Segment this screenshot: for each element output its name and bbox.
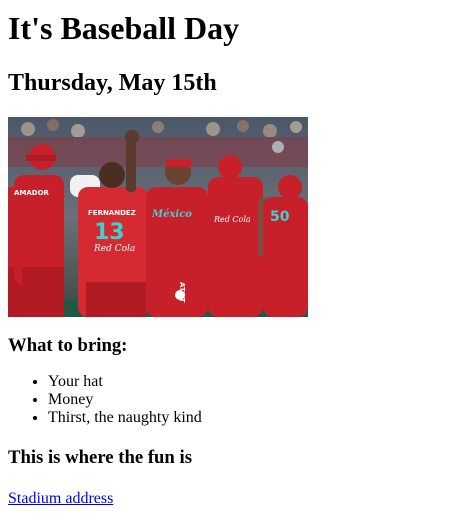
jersey-logo-mexico: México: [151, 209, 192, 220]
list-item: Your hat: [48, 373, 463, 391]
jersey-logo-redcola-2: Red Cola: [213, 215, 251, 224]
team-photo: AMADOR FERNANDEZ 13 Red Cola México AT&T: [8, 117, 308, 317]
jersey-logo-redcola-1: Red Cola: [93, 244, 135, 254]
list-item: Thirst, the naughty kind: [48, 409, 463, 427]
stadium-address-link[interactable]: Stadium address: [8, 490, 113, 508]
player-right-50: Red Cola 50: [208, 155, 308, 317]
jersey-number-50: 50: [270, 209, 290, 225]
jersey-number-13: 13: [94, 220, 125, 245]
bring-list: Your hat Money Thirst, the naughty kind: [8, 373, 463, 427]
jersey-name-amador: AMADOR: [14, 189, 50, 197]
fun-heading: This is where the fun is: [8, 447, 192, 468]
jersey-name-fernandez: FERNANDEZ: [88, 209, 136, 217]
event-date: Thursday, May 15th: [8, 70, 217, 96]
page-content: It's Baseball Day Thursday, May 15th AMA…: [0, 10, 471, 508]
page-title: It's Baseball Day: [8, 10, 240, 46]
list-item: Money: [48, 391, 463, 409]
bring-heading: What to bring:: [8, 335, 128, 356]
